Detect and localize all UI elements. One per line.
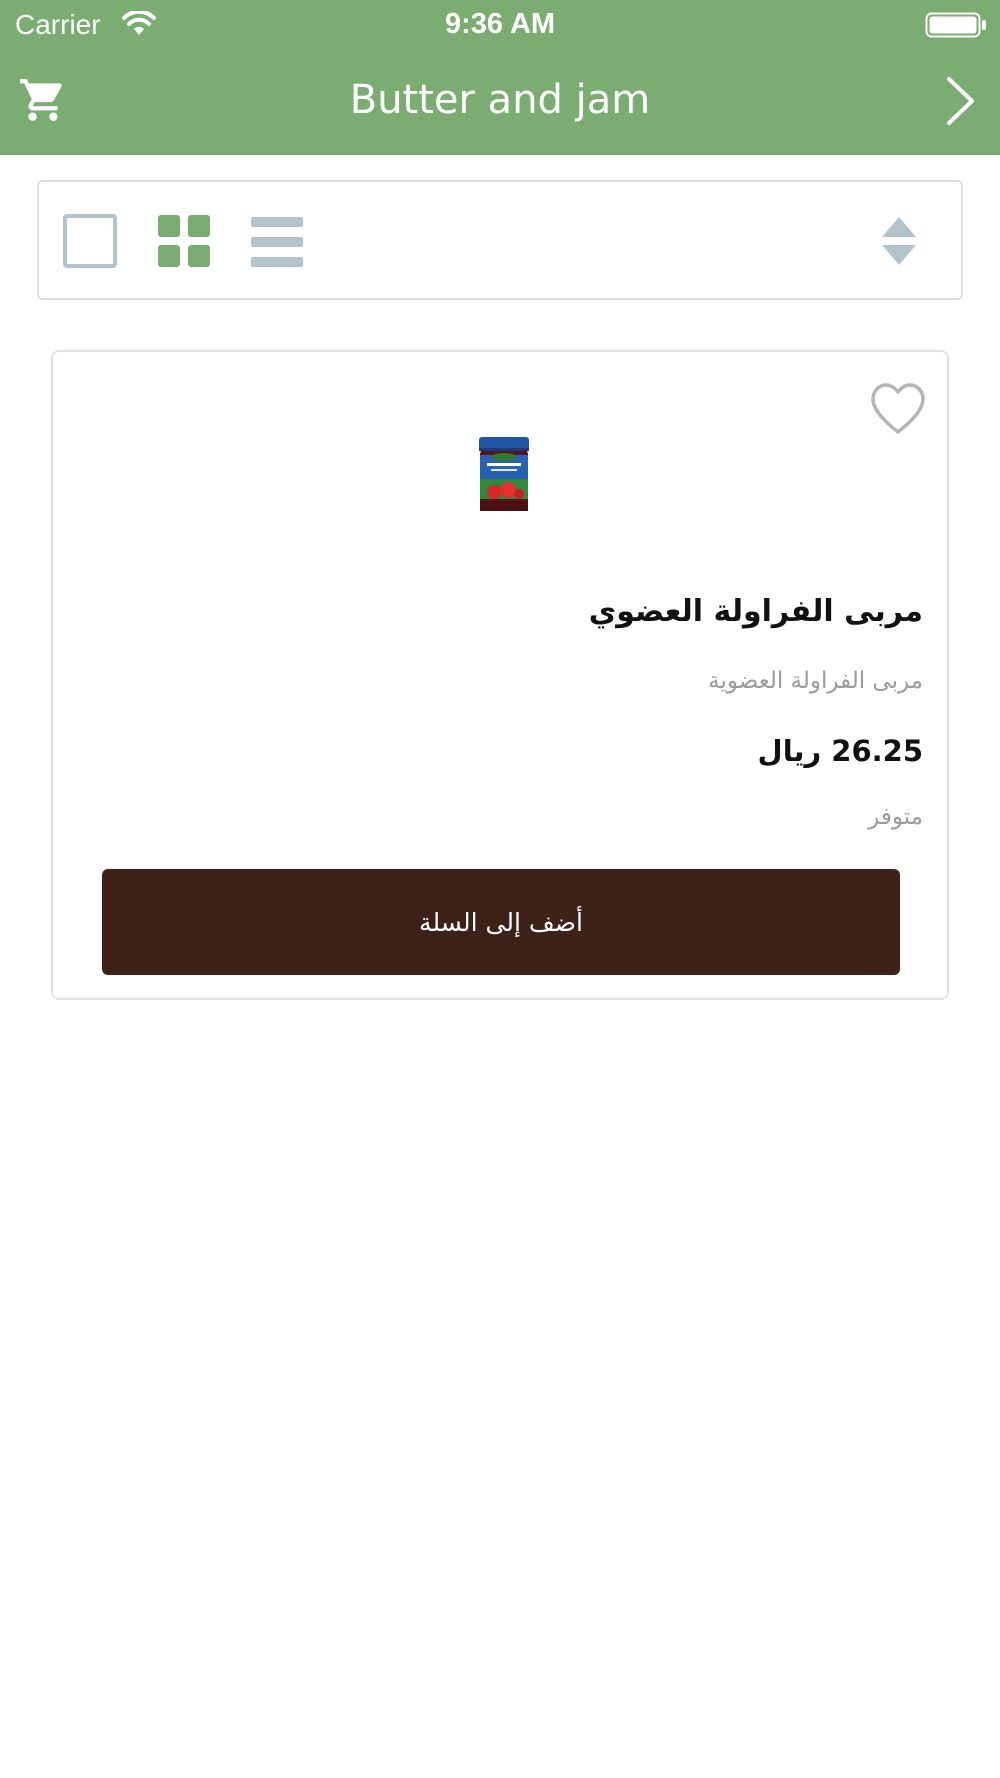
grid-view-icon[interactable] [158,215,210,267]
view-toolbar [37,180,963,300]
battery-icon [925,12,987,42]
chevron-right-icon[interactable] [942,73,978,129]
heart-icon[interactable] [869,382,927,436]
product-image[interactable] [477,437,531,513]
product-price: 26.25 ريال [757,734,923,768]
app-header: Carrier 9:36 AM Butter and jam [0,0,1000,155]
add-to-cart-button[interactable]: أضف إلى السلة [102,869,900,975]
product-subtitle: مربى الفراولة العضوية [708,668,923,694]
product-name[interactable]: مربى الفراولة العضوي [589,594,923,629]
sort-icon[interactable] [881,216,917,266]
list-view-icon[interactable] [251,217,303,267]
availability-label: متوفر [868,804,923,830]
nav-bar: Butter and jam [0,55,1000,155]
product-card[interactable]: مربى الفراولة العضوي مربى الفراولة العضو… [51,350,949,1000]
status-bar: Carrier 9:36 AM [0,0,1000,50]
status-time: 9:36 AM [444,8,556,40]
add-to-cart-label: أضف إلى السلة [419,907,583,937]
page-title: Butter and jam [349,77,651,123]
single-view-icon[interactable] [63,214,117,268]
